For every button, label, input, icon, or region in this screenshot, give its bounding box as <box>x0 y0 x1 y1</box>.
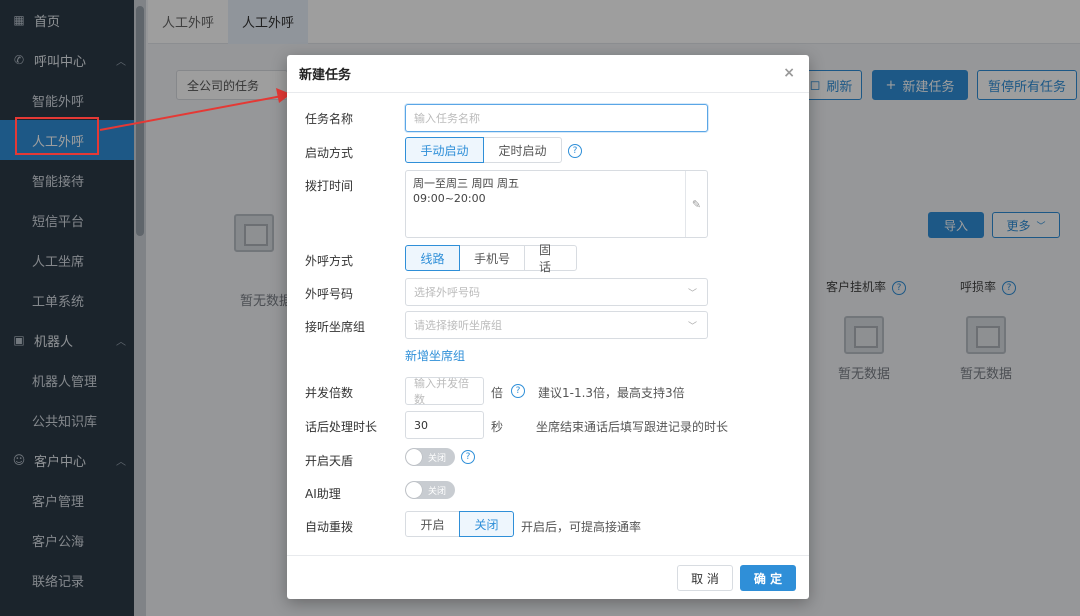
new-task-dialog: 新建任务 × 任务名称 输入任务名称 启动方式 手动启动 定时启动 ? 拨打时间… <box>287 55 809 599</box>
chevron-down-icon: ﹀ <box>687 288 697 299</box>
after-call-input[interactable]: 30 <box>405 411 484 439</box>
auto-redial-label: 自动重拨 <box>305 520 354 534</box>
call-mode-mobile-option[interactable]: 手机号 <box>459 245 525 271</box>
call-number-select[interactable]: 选择外呼号码 ﹀ <box>405 278 708 306</box>
cancel-button[interactable]: 取 消 <box>677 565 733 591</box>
after-call-unit: 秒 <box>491 420 504 434</box>
task-name-input[interactable]: 输入任务名称 <box>405 104 708 132</box>
annotation-arrow-icon <box>99 88 291 131</box>
task-name-label: 任务名称 <box>305 112 354 126</box>
agent-group-select[interactable]: 请选择接听坐席组 ﹀ <box>405 311 708 339</box>
concurrency-hint: 建议1-1.3倍，最高支持3倍 <box>538 386 685 400</box>
call-number-label: 外呼号码 <box>305 287 354 301</box>
help-icon[interactable]: ? <box>568 144 582 158</box>
concurrency-label: 并发倍数 <box>305 386 354 400</box>
auto-redial-off-option[interactable]: 关闭 <box>459 511 514 537</box>
chevron-down-icon: ﹀ <box>687 321 697 332</box>
help-icon[interactable]: ? <box>511 384 525 398</box>
close-icon[interactable]: × <box>783 65 795 81</box>
highlight-box <box>15 117 99 155</box>
auto-redial-on-option[interactable]: 开启 <box>405 511 460 537</box>
call-mode-label: 外呼方式 <box>305 254 354 268</box>
dial-time-label: 拨打时间 <box>305 179 354 193</box>
tiandun-label: 开启天盾 <box>305 454 354 468</box>
edit-icon[interactable]: ✎ <box>685 171 707 237</box>
start-mode-label: 启动方式 <box>305 146 354 160</box>
call-mode-landline-option[interactable]: 固话 <box>524 243 577 274</box>
agent-group-label: 接听坐席组 <box>305 320 366 334</box>
dialog-footer: 取 消 确 定 <box>287 555 809 599</box>
ai-assist-label: AI助理 <box>305 487 341 501</box>
dialog-title: 新建任务 <box>299 68 352 83</box>
concurrency-unit: 倍 <box>491 386 504 400</box>
tiandun-toggle[interactable]: 关闭 <box>405 448 455 466</box>
dial-days: 周一至周三 周四 周五 <box>413 177 519 190</box>
toggle-knob <box>406 449 422 465</box>
after-call-hint: 坐席结束通话后填写跟进记录的时长 <box>536 420 729 434</box>
ai-assist-toggle[interactable]: 关闭 <box>405 481 455 499</box>
dial-hours: 09:00~20:00 <box>413 192 486 205</box>
concurrency-input[interactable]: 输入并发倍数 <box>405 377 484 406</box>
toggle-knob <box>406 482 422 498</box>
call-mode-segment: 线路 手机号 固话 <box>405 243 577 274</box>
add-agent-group-link[interactable]: 新增坐席组 <box>405 347 465 364</box>
manual-start-option[interactable]: 手动启动 <box>405 137 484 163</box>
call-mode-line-option[interactable]: 线路 <box>405 245 460 271</box>
dialog-header: 新建任务 × <box>287 55 809 93</box>
confirm-button[interactable]: 确 定 <box>740 565 796 591</box>
start-mode-segment: 手动启动 定时启动 <box>405 137 562 163</box>
help-icon[interactable]: ? <box>461 450 475 464</box>
dial-time-field[interactable]: 周一至周三 周四 周五 09:00~20:00 ✎ <box>405 170 708 238</box>
after-call-label: 话后处理时长 <box>305 420 378 434</box>
auto-redial-hint: 开启后，可提高接通率 <box>521 520 642 534</box>
scheduled-start-option[interactable]: 定时启动 <box>483 137 562 163</box>
auto-redial-segment: 开启 关闭 <box>405 511 514 537</box>
